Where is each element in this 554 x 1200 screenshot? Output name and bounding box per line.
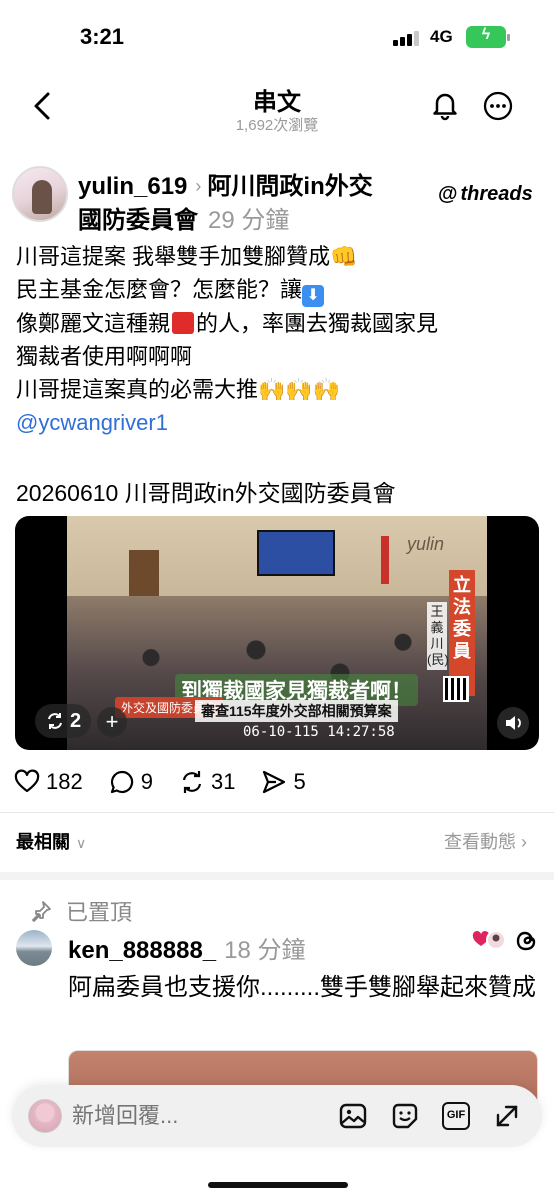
threads-icon[interactable]	[514, 928, 540, 954]
view-activity-link[interactable]: 查看動態 ›	[444, 828, 527, 854]
threads-icon: @	[438, 183, 458, 205]
video-timestamp: 06-10-115 14:27:58	[243, 724, 395, 740]
post-topic[interactable]: 阿川問政in外交	[207, 173, 372, 200]
video-caption: 20260610 川哥問政in外交國防委員會	[16, 480, 396, 506]
repost-button[interactable]: 31	[179, 769, 235, 795]
pinned-indicator: 已置頂	[30, 895, 132, 927]
chevron-down-icon: ∨	[76, 835, 87, 851]
post-actions: 182 9 31 5	[14, 764, 332, 800]
post-line-4: 獨裁者使用啊啊啊	[16, 344, 193, 369]
video-frame: yulin 王義川(民) 立法委員 到獨裁國家見獨裁者啊！ 外交及國防委員會 審…	[67, 516, 487, 750]
comment-count: 9	[140, 769, 153, 794]
section-divider	[0, 872, 554, 880]
post-author-line: yulin_619 › 阿川問政in外交	[78, 166, 373, 201]
add-icon[interactable]: +	[97, 707, 127, 737]
header: 串文 1,692次瀏覽	[0, 74, 554, 144]
video-player[interactable]: yulin 王義川(民) 立法委員 到獨裁國家見獨裁者啊！ 外交及國防委員會 審…	[15, 516, 539, 750]
reply-text: 阿扁委員也支援你.........雙手雙腳舉起來贊成	[68, 974, 537, 1001]
post-line-3: 像鄭麗文這種親 的人，率團去獨裁國家見	[16, 311, 439, 336]
post-topic-line2: 國防委員會 29 分鐘	[78, 200, 289, 235]
liked-by-author-icon	[472, 930, 506, 950]
comment-icon	[110, 770, 133, 794]
page-title: 串文	[253, 89, 301, 116]
pin-icon	[32, 901, 51, 922]
comment-button[interactable]: 9	[109, 769, 153, 795]
sticker-icon[interactable]	[390, 1101, 420, 1131]
composer-avatar	[28, 1099, 62, 1133]
post-topic-continued[interactable]: 國防委員會	[78, 207, 198, 234]
legislator-name: 王義川(民)	[427, 602, 449, 670]
status-time: 3:21	[80, 24, 125, 49]
image-icon[interactable]	[338, 1101, 368, 1131]
repost-icon	[182, 771, 202, 793]
status-bar: 3:21 4G ϟ	[0, 0, 554, 74]
like-button[interactable]: 182	[14, 769, 83, 795]
heart-icon	[14, 769, 40, 793]
share-count: 5	[293, 769, 306, 794]
post-time: 29 分鐘	[208, 207, 290, 234]
post-line-1: 川哥這提案 我舉雙手加雙腳贊成👊	[16, 244, 358, 269]
post-line-5: 川哥提這案真的必需大推🙌🙌🙌	[16, 377, 341, 402]
repost-count: 31	[210, 769, 236, 794]
flag-icon	[381, 536, 389, 584]
signal-icon	[393, 30, 425, 46]
down-arrow-emoji-icon: ⬇	[302, 285, 325, 307]
share-button[interactable]: 5	[261, 769, 306, 795]
network-label: 4G	[430, 27, 453, 46]
video-repost-count: 2	[69, 709, 82, 732]
send-icon	[263, 770, 286, 794]
sort-label: 最相關	[16, 832, 70, 852]
reply-username[interactable]: ken_888888_	[68, 937, 216, 964]
threads-wordmark: threads	[460, 183, 533, 205]
divider	[0, 812, 554, 813]
qr-code-icon	[443, 676, 469, 702]
expand-icon[interactable]	[492, 1101, 522, 1131]
post-username[interactable]: yulin_619	[78, 173, 187, 200]
reply-input[interactable]	[72, 1101, 322, 1131]
more-options-icon[interactable]	[482, 90, 514, 122]
pinned-label: 已置頂	[66, 900, 133, 925]
reply-composer: GIF	[12, 1085, 542, 1147]
room-screen	[257, 530, 335, 576]
sound-icon[interactable]	[497, 707, 529, 739]
threads-logo: @ threads	[438, 183, 533, 206]
chevron-right-icon: ›	[521, 832, 528, 852]
chevron-right-icon: ›	[195, 176, 202, 196]
gif-icon[interactable]: GIF	[442, 1102, 470, 1130]
reply-avatar[interactable]	[16, 930, 52, 966]
battery-icon: ϟ	[466, 26, 510, 48]
view-count: 1,692次瀏覽	[235, 117, 319, 134]
video-repost-button[interactable]: 2	[35, 704, 91, 738]
sort-dropdown[interactable]: 最相關 ∨	[16, 828, 86, 854]
reply-author-line: ken_888888_ 18 分鐘	[68, 930, 306, 965]
home-indicator	[208, 1182, 348, 1188]
post-line-2: 民主基金怎麼會？怎麼能？讓 ⬇	[16, 273, 536, 307]
reply-time: 18 分鐘	[224, 937, 306, 964]
review-caption: 審查115年度外交部相關預算案	[195, 700, 398, 722]
bell-icon[interactable]	[428, 88, 462, 122]
room-logo: yulin	[407, 534, 445, 554]
author-avatar[interactable]	[12, 166, 68, 222]
view-activity-label: 查看動態	[444, 832, 516, 852]
red-square-emoji-icon	[172, 312, 195, 334]
like-count: 182	[46, 769, 83, 794]
repost-icon	[47, 713, 62, 729]
mention-link[interactable]: @ycwangriver1	[16, 406, 536, 439]
post-body: 川哥這提案 我舉雙手加雙腳贊成👊 民主基金怎麼會？怎麼能？讓 ⬇ 像鄭麗文這種親的…	[16, 240, 536, 439]
